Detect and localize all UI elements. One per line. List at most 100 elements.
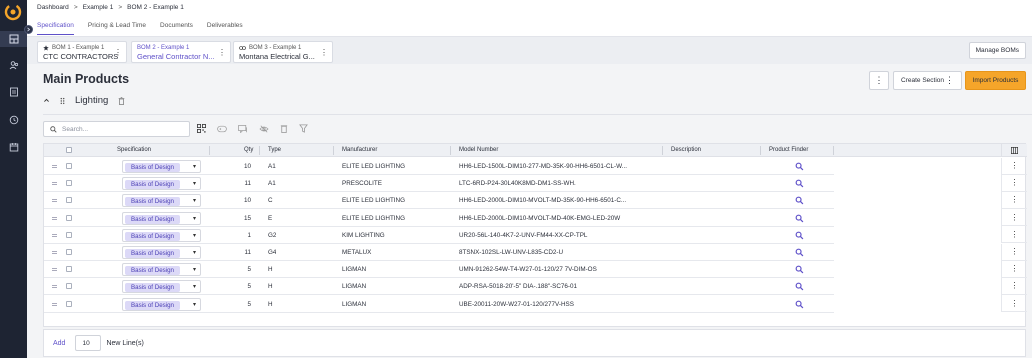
row-checkbox[interactable] (66, 300, 72, 307)
manage-boms-button[interactable]: Manage BOMs (968, 42, 1026, 59)
type-cell[interactable]: H (268, 266, 273, 273)
column-header-qty[interactable]: Qty (244, 147, 253, 153)
column-separator[interactable] (259, 146, 260, 155)
manufacturer-cell[interactable]: ELITE LED LIGHTING (342, 197, 446, 204)
collapse-toggle-button[interactable] (24, 25, 33, 34)
bom-card-3[interactable]: BOM 3 - Example 1 Montana Electrical G..… (233, 41, 333, 63)
breadcrumb-item[interactable]: Example 1 (83, 4, 114, 11)
row-menu-button[interactable]: ⋮ (1001, 277, 1027, 295)
manufacturer-cell[interactable]: PRESCOLITE (342, 180, 446, 187)
qr-code-icon[interactable] (197, 124, 206, 133)
row-checkbox[interactable] (66, 266, 72, 273)
tab-specification[interactable]: Specification (37, 22, 74, 35)
type-cell[interactable]: E (268, 215, 272, 222)
chevron-down-icon[interactable]: ▾ (193, 266, 196, 273)
model-number-cell[interactable]: HH6-LED-2000L-DIM10-MVOLT-MD-35K-90-HH6-… (459, 197, 659, 204)
filter-clear-icon[interactable] (299, 124, 308, 133)
manufacturer-cell[interactable]: LIGMAN (342, 266, 446, 273)
row-menu-button[interactable]: ⋮ (1001, 174, 1027, 192)
qty-cell[interactable]: 5 (247, 266, 251, 273)
manufacturer-cell[interactable]: ELITE LED LIGHTING (342, 163, 446, 170)
qty-cell[interactable]: 11 (244, 249, 251, 256)
bom-card-2[interactable]: BOM 2 - Example 1 General Contractor N..… (131, 41, 231, 63)
row-checkbox[interactable] (66, 283, 72, 290)
column-header-product-finder[interactable]: Product Finder (769, 147, 808, 153)
row-menu-button[interactable]: ⋮ (1001, 226, 1027, 244)
row-drag-handle-icon[interactable] (52, 302, 57, 306)
model-number-cell[interactable]: 8TSNX-102SL-LW-UNV-L835-CD2-U (459, 249, 659, 256)
model-number-cell[interactable]: ADP-RSA-5018-20'-5" DIA-.188"-SC76-01 (459, 283, 659, 290)
row-menu-button[interactable]: ⋮ (1001, 191, 1027, 209)
chevron-down-icon[interactable]: ▾ (193, 232, 196, 239)
column-header-model-number[interactable]: Model Number (459, 147, 498, 153)
type-cell[interactable]: H (268, 283, 273, 290)
row-menu-button[interactable]: ⋮ (1001, 209, 1027, 227)
model-number-cell[interactable]: UMN-91262-54W-T4-W27-01-120/27 7V-DIM-OS (459, 266, 659, 273)
qty-cell[interactable]: 15 (244, 215, 251, 222)
row-menu-button[interactable]: ⋮ (1001, 295, 1027, 313)
chevron-down-icon[interactable]: ▾ (193, 197, 196, 204)
row-drag-handle-icon[interactable] (52, 268, 57, 272)
column-separator[interactable] (662, 146, 663, 155)
table-row[interactable]: Basis of Design ▾ 11 A1 PRESCOLITE LTC-6RD-P2… (44, 175, 834, 193)
product-finder-search-icon[interactable] (795, 231, 804, 240)
table-row[interactable]: Basis of Design ▾ 5 H LIGMAN UBE-20011-20W-W2… (44, 296, 834, 313)
type-cell[interactable]: G4 (268, 249, 276, 256)
row-checkbox[interactable] (66, 197, 72, 204)
qty-cell[interactable]: 5 (247, 283, 251, 290)
row-drag-handle-icon[interactable] (52, 182, 57, 186)
column-settings-button[interactable] (1001, 144, 1027, 157)
model-number-cell[interactable]: HH6-LED-1500L-DIM10-277-MD-35K-90-HH6-65… (459, 163, 659, 170)
type-cell[interactable]: G2 (268, 232, 276, 239)
column-separator[interactable] (450, 146, 451, 155)
column-header-specification[interactable]: Specification (117, 147, 151, 153)
row-menu-button[interactable]: ⋮ (1001, 243, 1027, 261)
specification-select[interactable]: Basis of Design ▾ (122, 211, 201, 225)
model-number-cell[interactable]: LTC-6RD-P24-30L40K8MD-DM1-SS-WH. (459, 180, 659, 187)
row-menu-button[interactable]: ⋮ (1001, 260, 1027, 278)
product-finder-search-icon[interactable] (795, 248, 804, 257)
table-row[interactable]: Basis of Design ▾ 1 G2 KIM LIGHTING UR20-56L-… (44, 227, 834, 244)
specification-select[interactable]: Basis of Design ▾ (122, 177, 201, 191)
bom-card-menu-button[interactable]: ⋮ (218, 48, 226, 57)
row-drag-handle-icon[interactable] (52, 216, 57, 220)
chevron-down-icon[interactable]: ▾ (193, 249, 196, 256)
comment-icon[interactable] (238, 124, 248, 133)
tab-pricing-lead-time[interactable]: Pricing & Lead Time (88, 22, 146, 35)
chevron-down-icon[interactable]: ▾ (193, 301, 196, 308)
manufacturer-cell[interactable]: LIGMAN (342, 283, 446, 290)
qty-cell[interactable]: 10 (244, 163, 251, 170)
qty-cell[interactable]: 5 (247, 301, 251, 308)
column-separator[interactable] (760, 146, 761, 155)
column-separator[interactable] (333, 146, 334, 155)
bom-card-menu-button[interactable]: ⋮ (114, 48, 122, 57)
tab-deliverables[interactable]: Deliverables (207, 22, 243, 35)
column-header-type[interactable]: Type (268, 147, 281, 153)
column-header-manufacturer[interactable]: Manufacturer (342, 147, 377, 153)
nav-documents[interactable] (0, 84, 27, 100)
column-separator[interactable] (209, 146, 210, 155)
chevron-down-icon[interactable]: ▾ (193, 215, 196, 222)
line-count-input[interactable]: 10 (75, 335, 102, 351)
search-input[interactable]: Search... (43, 121, 190, 137)
breadcrumb-item[interactable]: Dashboard (37, 4, 69, 11)
bom-card-menu-button[interactable]: ⋮ (320, 48, 328, 57)
qty-cell[interactable]: 11 (244, 180, 251, 187)
row-drag-handle-icon[interactable] (52, 233, 57, 237)
product-finder-search-icon[interactable] (795, 162, 804, 171)
specification-select[interactable]: Basis of Design ▾ (122, 280, 201, 294)
type-cell[interactable]: C (268, 197, 273, 204)
product-finder-search-icon[interactable] (795, 179, 804, 188)
app-logo-icon[interactable] (4, 3, 22, 21)
select-all-checkbox[interactable] (66, 147, 72, 153)
type-cell[interactable]: H (268, 301, 273, 308)
create-section-button[interactable]: Create Section ⋮ (893, 71, 962, 90)
hide-icon[interactable] (259, 125, 269, 133)
chevron-down-icon[interactable]: ▾ (193, 283, 196, 290)
more-options-button[interactable]: ⋮ (869, 71, 889, 90)
delete-icon[interactable] (280, 124, 288, 133)
table-row[interactable]: Basis of Design ▾ 11 G4 METALUX 8TSNX-102SL-L… (44, 244, 834, 261)
type-cell[interactable]: A1 (268, 163, 276, 170)
product-finder-search-icon[interactable] (795, 196, 804, 205)
specification-select[interactable]: Basis of Design ▾ (122, 297, 201, 311)
